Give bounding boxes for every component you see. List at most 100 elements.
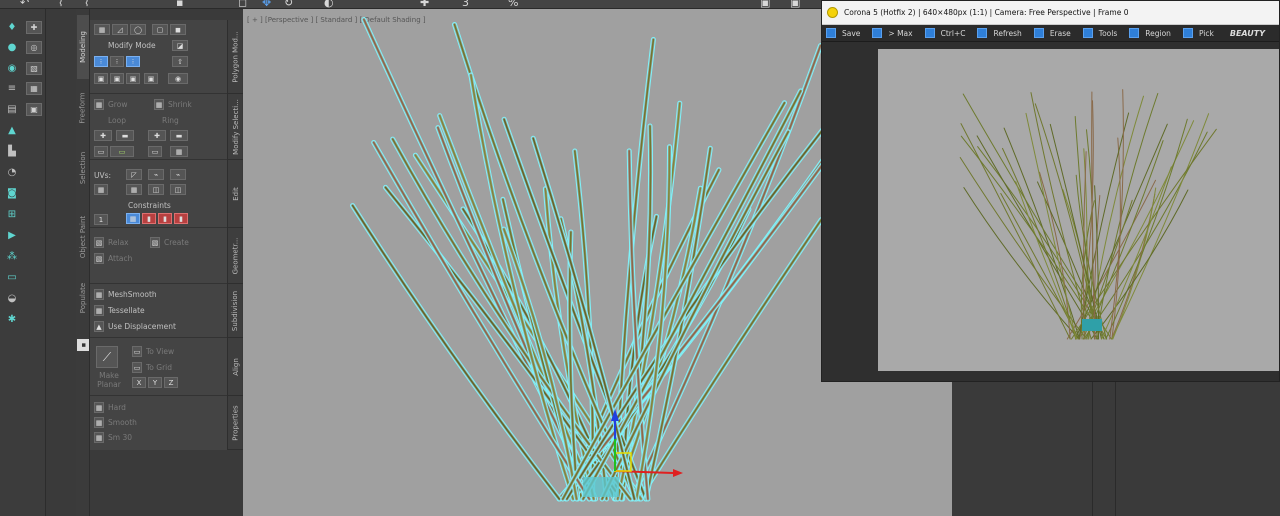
edit-tool-3-button[interactable]: ⌁ [170, 169, 186, 180]
hard-label[interactable]: Hard [108, 403, 126, 412]
constraint-none-button[interactable]: ▦ [126, 213, 140, 224]
uv-channel-button[interactable]: 1 [94, 214, 108, 225]
tab-selection[interactable]: Selection [77, 143, 89, 193]
undo-icon[interactable]: ↶ [20, 0, 29, 8]
select-b-button[interactable]: ▭ [110, 146, 134, 157]
loop-shift-button[interactable]: ✚ [94, 130, 112, 141]
ring-shift-button[interactable]: ✚ [148, 130, 166, 141]
grow-label[interactable]: Grow [108, 100, 127, 109]
displacement-icon[interactable]: ▲ [94, 321, 104, 332]
relax-icon[interactable]: ▧ [94, 237, 104, 248]
percent-snap-icon[interactable]: % [508, 0, 518, 8]
render-icon[interactable]: ▣ [26, 103, 42, 116]
meshsmooth-label[interactable]: MeshSmooth [108, 290, 157, 299]
edit-tool-6-button[interactable]: ◫ [170, 184, 186, 195]
align-y-button[interactable]: Y [148, 377, 162, 388]
edit-tool-4-button[interactable]: ▦ [126, 184, 142, 195]
shrink-icon[interactable]: ▦ [154, 99, 164, 110]
tab-freeform[interactable]: Freeform [77, 83, 89, 133]
constraint-edge-button[interactable]: ▮ [142, 213, 156, 224]
save-button[interactable]: Save [826, 28, 860, 38]
smooth-icon[interactable]: ▦ [94, 417, 104, 428]
element-tool-button[interactable]: ◼ [170, 24, 186, 35]
edit-tool-2-button[interactable]: ⌁ [148, 169, 164, 180]
edit-tool-1-button[interactable]: ◸ [126, 169, 142, 180]
render-channel-select[interactable]: BEAUTY [1230, 29, 1265, 38]
camera-icon[interactable]: ▶ [4, 229, 20, 242]
section-modify-selection[interactable]: Modify Selecti... [228, 94, 243, 160]
section-edit[interactable]: Edit [228, 160, 243, 228]
shapes-icon[interactable]: ◉ [4, 62, 20, 75]
sm30-label[interactable]: Sm 30 [108, 433, 132, 442]
create-icon[interactable]: ▧ [150, 237, 160, 248]
hard-icon[interactable]: ▦ [94, 402, 104, 413]
create-label[interactable]: Create [164, 238, 189, 247]
light-icon[interactable]: ≡ [4, 82, 20, 95]
collapse-button[interactable]: ⇧ [172, 56, 188, 67]
create-panel-icon[interactable]: ♦ [4, 21, 20, 34]
tool-d-button[interactable]: ▣ [144, 73, 158, 84]
select-a-button[interactable]: ▭ [94, 146, 108, 157]
to-grid-icon[interactable]: ▭ [132, 362, 142, 373]
bulb-icon[interactable]: ✱ [4, 313, 20, 326]
section-properties[interactable]: Properties [228, 396, 243, 450]
to-grid-label[interactable]: To Grid [146, 363, 172, 372]
to-view-icon[interactable]: ▭ [132, 346, 142, 357]
section-subdivision[interactable]: Subdivision [228, 284, 243, 338]
tessellate-label[interactable]: Tessellate [108, 306, 145, 315]
erase-button[interactable]: Erase [1033, 28, 1071, 38]
tool-b-button[interactable]: ▣ [110, 73, 124, 84]
make-planar-label[interactable]: Make Planar [96, 371, 122, 389]
select-c-button[interactable]: ▭ [148, 146, 162, 157]
ring-label[interactable]: Ring [162, 116, 179, 125]
link-icon[interactable]: ⌇ [58, 0, 63, 8]
material-icon[interactable]: ◎ [26, 41, 42, 54]
tool-a-button[interactable]: ▣ [94, 73, 108, 84]
unlink-icon[interactable]: ⌇ [84, 0, 89, 8]
select-d-button[interactable]: ▦ [170, 146, 188, 157]
use-displacement-label[interactable]: Use Displacement [108, 322, 176, 331]
copy-button[interactable]: Ctrl+C [924, 28, 965, 38]
tool-e-button[interactable]: ◉ [168, 73, 188, 84]
eye-icon[interactable]: ◒ [4, 292, 20, 305]
texture-icon[interactable]: ▧ [26, 62, 42, 75]
grid-icon[interactable]: ▤ [4, 103, 20, 116]
particles-icon[interactable]: ⁂ [4, 250, 20, 263]
pick-button[interactable]: Pick [1182, 28, 1214, 38]
section-polygon-modeling[interactable]: Polygon Mod... [228, 20, 243, 94]
align-z-button[interactable]: Z [164, 377, 178, 388]
polygon-tool-button[interactable]: ▢ [152, 24, 168, 35]
sphere-icon[interactable]: ● [4, 41, 20, 54]
tab-populate[interactable]: Populate [77, 275, 89, 321]
snap-icon[interactable]: ✚ [420, 0, 429, 8]
constraint-normal-button[interactable]: ▮ [174, 213, 188, 224]
rotate-icon[interactable]: ↻ [284, 0, 293, 8]
tool-c-button[interactable]: ▣ [126, 73, 140, 84]
select-icon[interactable]: ▪ [176, 0, 183, 8]
frame-icon[interactable]: ▭ [4, 271, 20, 284]
sm30-icon[interactable]: ▦ [94, 432, 104, 443]
helper-icon[interactable]: ▲ [4, 124, 20, 137]
border-tool-button[interactable]: ◯ [130, 24, 146, 35]
shrink-label[interactable]: Shrink [168, 100, 192, 109]
checker-icon[interactable]: ▦ [26, 82, 42, 95]
region-button[interactable]: Region [1129, 28, 1171, 38]
tessellate-icon[interactable]: ▦ [94, 305, 104, 316]
tab-object-paint[interactable]: Object Paint [77, 207, 89, 267]
cycle-icon[interactable]: ◔ [4, 166, 20, 179]
modify-mode-button[interactable]: ◪ [172, 40, 188, 51]
to-max-button[interactable]: > Max [872, 28, 913, 38]
display-icon[interactable]: ◙ [4, 187, 20, 200]
edge-mode-button[interactable]: ⁝ [110, 56, 124, 67]
ring-minus-button[interactable]: ▬ [170, 130, 188, 141]
constraint-face-button[interactable]: ▮ [158, 213, 172, 224]
smooth-label[interactable]: Smooth [108, 418, 137, 427]
snap-3-icon[interactable]: 3 [462, 0, 469, 8]
tools-button[interactable]: Tools [1082, 28, 1117, 38]
polygon-mode-button[interactable]: ⁝ [126, 56, 140, 67]
loop-label[interactable]: Loop [108, 116, 126, 125]
render-setup-icon[interactable]: ▣ [760, 0, 770, 8]
edit-tool-5-button[interactable]: ◫ [148, 184, 164, 195]
refresh-button[interactable]: Refresh [977, 28, 1022, 38]
hammer-icon[interactable]: ▙ [4, 145, 20, 158]
